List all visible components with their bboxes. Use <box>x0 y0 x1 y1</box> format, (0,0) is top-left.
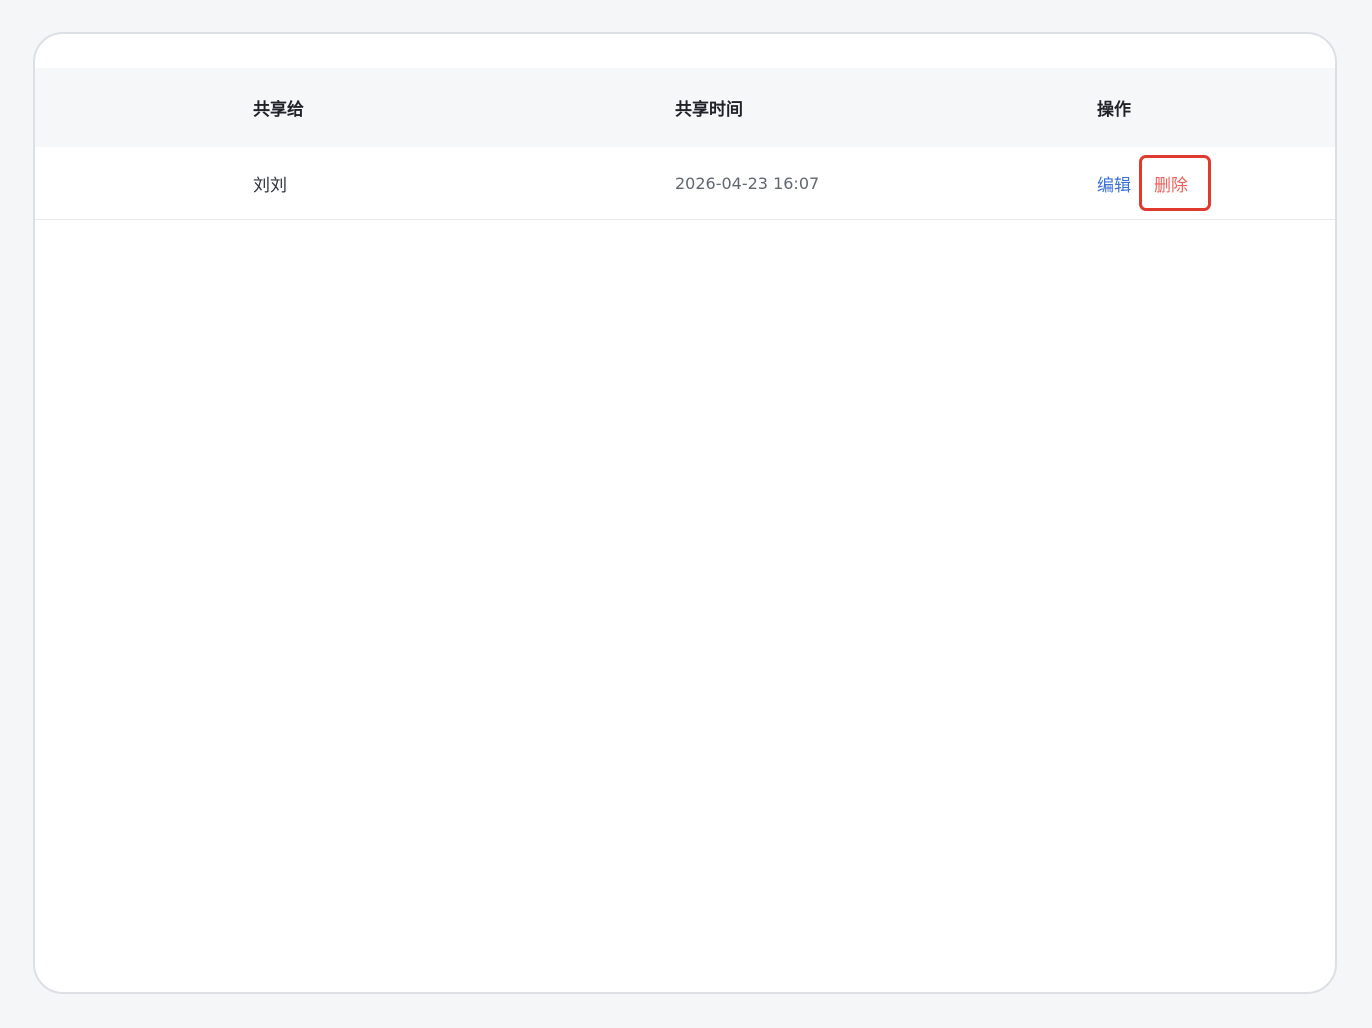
table-row: 刘刘 2026-04-23 16:07 编辑 删除 <box>35 147 1335 220</box>
column-header-shared-time: 共享时间 <box>675 100 743 120</box>
delete-link[interactable]: 删除 <box>1154 171 1188 196</box>
share-table: 共享给 共享时间 操作 刘刘 2026-04-23 16:07 编辑 删除 <box>35 68 1335 220</box>
shared-time-cell: 2026-04-23 16:07 <box>675 173 820 193</box>
delete-highlight-box: 删除 <box>1139 155 1211 211</box>
actions-cell: 编辑 删除 <box>1097 147 1211 219</box>
shared-to-cell: 刘刘 <box>253 175 287 196</box>
column-header-shared-to: 共享给 <box>253 100 304 120</box>
edit-link[interactable]: 编辑 <box>1097 171 1131 196</box>
table-header: 共享给 共享时间 操作 <box>35 68 1335 147</box>
share-list-card: 共享给 共享时间 操作 刘刘 2026-04-23 16:07 编辑 删除 <box>33 32 1337 994</box>
column-header-actions: 操作 <box>1097 100 1131 120</box>
